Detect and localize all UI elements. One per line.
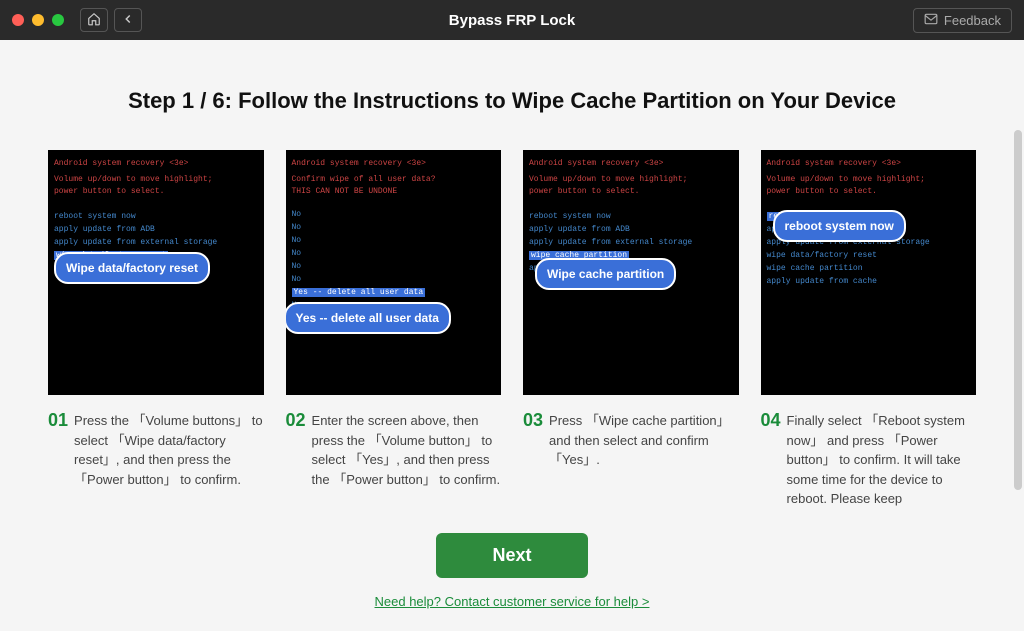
mail-icon [924,13,938,28]
callout-yes-delete: Yes -- delete all user data [286,302,451,334]
step-3-desc: Press 「Wipe cache partition」 and then se… [549,411,738,470]
home-icon [87,12,101,29]
feedback-button[interactable]: Feedback [913,8,1012,33]
step-4-text: 04 Finally select 「Reboot system now」 an… [761,411,977,509]
step-2-num: 02 [286,411,306,489]
steps-row: Android system recovery <3e> Volume up/d… [48,150,976,509]
footer: Next Need help? Contact customer service… [48,533,976,611]
main-content: Step 1 / 6: Follow the Instructions to W… [0,40,1024,631]
feedback-label: Feedback [944,13,1001,28]
close-window-button[interactable] [12,14,24,26]
chevron-left-icon [121,12,135,29]
phone-screenshot-2: Android system recovery <3e> Confirm wip… [286,150,502,395]
next-button[interactable]: Next [436,533,587,578]
step-2-desc: Enter the screen above, then press the 「… [312,411,501,489]
step-3-num: 03 [523,411,543,470]
step-1-text: 01 Press the 「Volume buttons」 to select … [48,411,264,489]
window-title: Bypass FRP Lock [449,12,575,29]
step-2-text: 02 Enter the screen above, then press th… [286,411,502,489]
nav-buttons [80,8,142,32]
step-2: Android system recovery <3e> Confirm wip… [286,150,502,509]
step-4-num: 04 [761,411,781,509]
phone-screenshot-3: Android system recovery <3e> Volume up/d… [523,150,739,395]
step-3-text: 03 Press 「Wipe cache partition」 and then… [523,411,739,470]
maximize-window-button[interactable] [52,14,64,26]
titlebar: Bypass FRP Lock Feedback [0,0,1024,40]
page-heading: Step 1 / 6: Follow the Instructions to W… [48,88,976,114]
back-button[interactable] [114,8,142,32]
minimize-window-button[interactable] [32,14,44,26]
callout-wipe-data: Wipe data/factory reset [54,252,210,284]
home-button[interactable] [80,8,108,32]
step-1: Android system recovery <3e> Volume up/d… [48,150,264,509]
step-3: Android system recovery <3e> Volume up/d… [523,150,739,509]
scrollbar[interactable] [1014,130,1022,490]
callout-reboot: reboot system now [773,210,906,242]
step-4: Android system recovery <3e> Volume up/d… [761,150,977,509]
callout-wipe-cache: Wipe cache partition [535,258,676,290]
help-link[interactable]: Need help? Contact customer service for … [375,594,650,609]
step-4-desc: Finally select 「Reboot system now」 and p… [787,411,976,509]
window-controls [12,14,64,26]
step-1-desc: Press the 「Volume buttons」 to select 「Wi… [74,411,263,489]
phone-screenshot-1: Android system recovery <3e> Volume up/d… [48,150,264,395]
step-1-num: 01 [48,411,68,489]
phone-screenshot-4: Android system recovery <3e> Volume up/d… [761,150,977,395]
